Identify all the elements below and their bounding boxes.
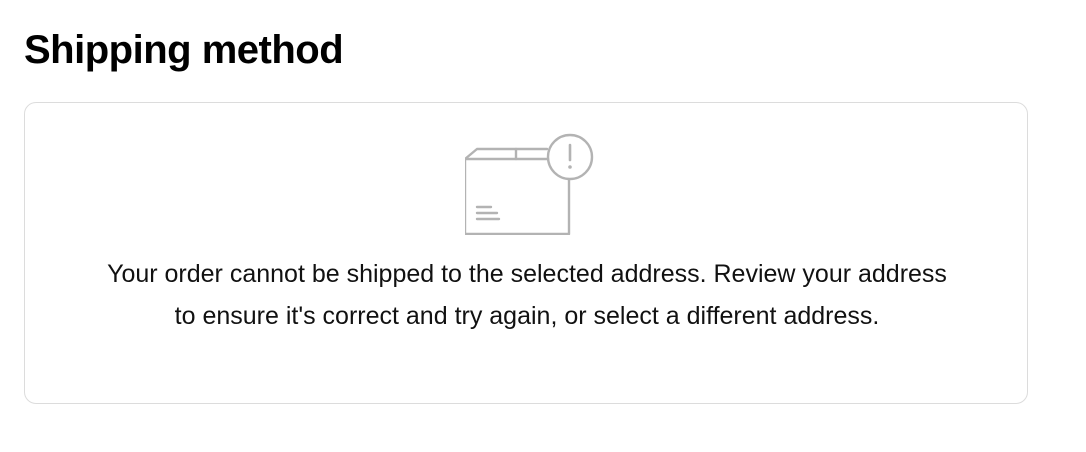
shipping-error-message: Your order cannot be shipped to the sele… — [107, 260, 947, 330]
section-title: Shipping method — [24, 28, 344, 72]
shipping-unavailable-notice: Your order cannot be shipped to the sele… — [24, 102, 1028, 404]
package-warning-icon — [465, 133, 594, 235]
